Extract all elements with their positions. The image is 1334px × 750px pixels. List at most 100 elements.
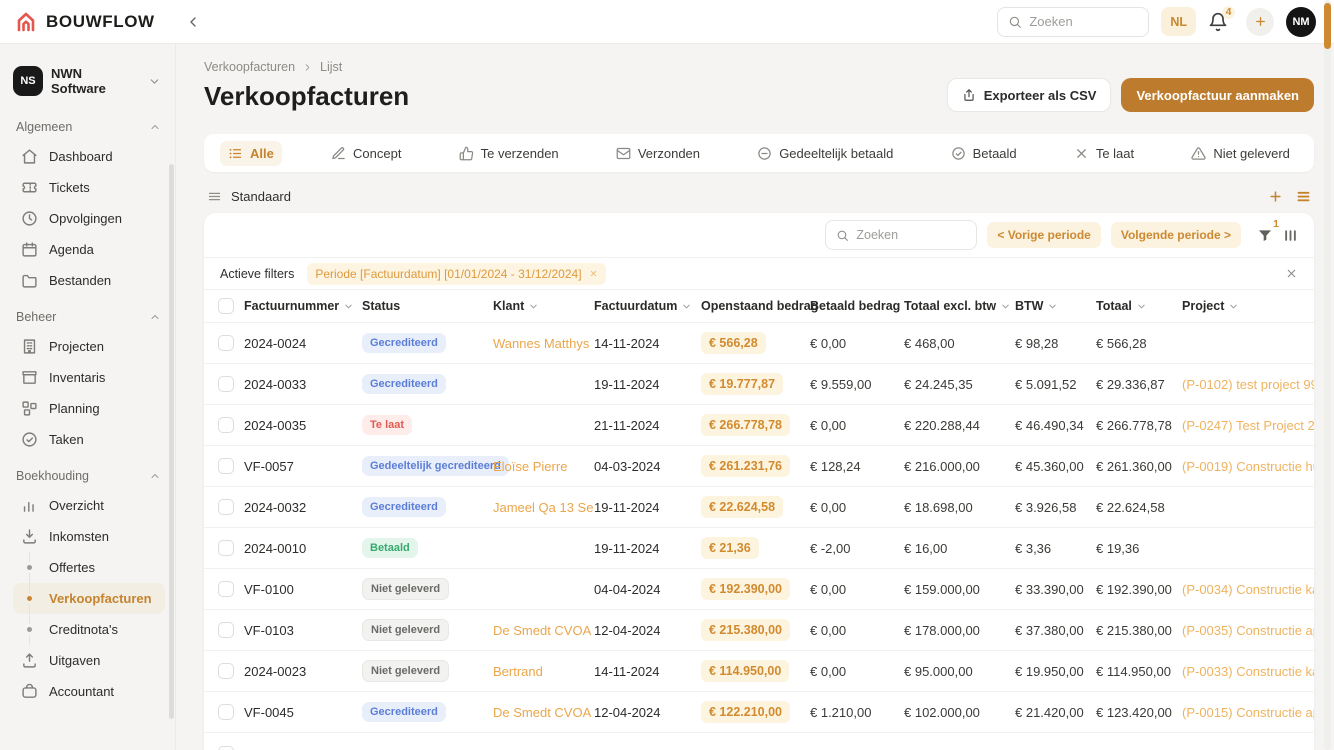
sidebar-item-dashboard[interactable]: Dashboard xyxy=(13,141,165,172)
project-link[interactable]: (P-0034) Constructie kanto xyxy=(1182,582,1314,597)
row-checkbox[interactable] xyxy=(218,376,234,392)
page-scrollbar-thumb[interactable] xyxy=(1324,3,1331,49)
project-link[interactable]: (P-0035) Constructie appa xyxy=(1182,623,1314,638)
clear-filters-button[interactable] xyxy=(1285,267,1298,280)
project-link[interactable]: (P-0247) Test Project 21 No xyxy=(1182,418,1314,433)
remove-filter-icon[interactable] xyxy=(589,269,598,278)
row-checkbox[interactable] xyxy=(218,417,234,433)
sidebar-collapse-button[interactable] xyxy=(185,14,201,30)
project-link[interactable]: (P-0019) Constructie huis xyxy=(1182,459,1314,474)
project-link[interactable]: (P-0102) test project 99 xyxy=(1182,377,1314,392)
table-row[interactable]: VF-0100Niet geleverd04-04-2024€ 192.390,… xyxy=(204,569,1314,610)
project-link[interactable]: (P-0033) Constructie kanto xyxy=(1182,664,1314,679)
view-name[interactable]: Standaard xyxy=(231,189,291,204)
row-checkbox[interactable] xyxy=(218,622,234,638)
row-checkbox[interactable] xyxy=(218,704,234,720)
sidebar-item-offertes[interactable]: Offertes xyxy=(13,552,165,583)
client-link[interactable]: Bertrand xyxy=(493,664,594,679)
locale-badge[interactable]: NL xyxy=(1161,7,1196,36)
table-row[interactable]: 2024-0024GecrediteerdWannes Matthys14-11… xyxy=(204,323,1314,364)
table-row[interactable]: 2024-0032GecrediteerdJameel Qa 13 Sep19-… xyxy=(204,487,1314,528)
page-scrollbar[interactable] xyxy=(1324,0,1331,750)
next-period-button[interactable]: Volgende periode > xyxy=(1111,222,1241,248)
column-header-factuurdatum[interactable]: Factuurdatum xyxy=(594,299,701,313)
row-checkbox[interactable] xyxy=(218,581,234,597)
tab-verzonden[interactable]: Verzonden xyxy=(608,141,708,166)
column-header-btw[interactable]: BTW xyxy=(1015,299,1096,313)
column-header-totaal-excl-btw[interactable]: Totaal excl. btw xyxy=(904,299,1015,313)
row-checkbox[interactable] xyxy=(218,335,234,351)
global-search[interactable] xyxy=(997,7,1149,37)
sidebar-item-overzicht[interactable]: Overzicht xyxy=(13,490,165,521)
hamburger-icon[interactable] xyxy=(207,189,222,204)
sidebar-item-projecten[interactable]: Projecten xyxy=(13,331,165,362)
row-checkbox[interactable] xyxy=(218,663,234,679)
table-row[interactable]: 2024-0033Gecrediteerd19-11-2024€ 19.777,… xyxy=(204,364,1314,405)
table-row[interactable]: 2024-0023Niet geleverdBertrand14-11-2024… xyxy=(204,651,1314,692)
row-checkbox[interactable] xyxy=(218,458,234,474)
table-row[interactable]: VF-0103Niet geleverdDe Smedt CVOA12-04-2… xyxy=(204,610,1314,651)
create-invoice-button[interactable]: Verkoopfactuur aanmaken xyxy=(1121,78,1314,112)
add-view-button[interactable] xyxy=(1268,189,1283,204)
table-row[interactable]: 2024-0035Te laat21-11-2024€ 266.778,78€ … xyxy=(204,405,1314,446)
user-avatar[interactable]: NM xyxy=(1286,7,1316,37)
row-checkbox[interactable] xyxy=(218,499,234,515)
tab-gedeeltelijk-betaald[interactable]: Gedeeltelijk betaald xyxy=(749,141,901,166)
client-link[interactable]: Jameel Qa 13 Sep xyxy=(493,500,594,515)
tab-alle[interactable]: Alle xyxy=(220,141,282,166)
sidebar-item-uitgaven[interactable]: Uitgaven xyxy=(13,645,165,676)
sidebar-item-opvolgingen[interactable]: Opvolgingen xyxy=(13,203,165,234)
table-row[interactable]: VF-0057Gedeeltelijk gecrediteerdEloïse P… xyxy=(204,446,1314,487)
columns-button[interactable] xyxy=(1283,228,1298,243)
notifications-button[interactable]: 4 xyxy=(1208,12,1228,32)
select-all-checkbox[interactable] xyxy=(218,298,234,314)
column-header-totaal[interactable]: Totaal xyxy=(1096,299,1182,313)
export-csv-button[interactable]: Exporteer als CSV xyxy=(947,78,1112,112)
tab-te-verzenden[interactable]: Te verzenden xyxy=(451,141,567,166)
org-selector[interactable]: NS NWN Software xyxy=(13,66,165,96)
row-checkbox[interactable] xyxy=(218,540,234,556)
global-search-input[interactable] xyxy=(1029,14,1138,29)
sidebar-item-accountant[interactable]: Accountant xyxy=(13,676,165,707)
sidebar-section-beheer[interactable]: Beheer xyxy=(16,310,161,324)
client-link[interactable]: De Smedt CVOA xyxy=(493,623,594,638)
sidebar-section-algemeen[interactable]: Algemeen xyxy=(16,120,161,134)
client-link[interactable]: Eloïse Pierre xyxy=(493,459,594,474)
outstanding-cell: € 21,36 xyxy=(701,537,810,559)
sidebar-item-inventaris[interactable]: Inventaris xyxy=(13,362,165,393)
sidebar-item-planning[interactable]: Planning xyxy=(13,393,165,424)
tab-concept[interactable]: Concept xyxy=(323,141,409,166)
sidebar-item-verkoopfacturen[interactable]: Verkoopfacturen xyxy=(13,583,165,614)
sidebar-section-boekhouding[interactable]: Boekhouding xyxy=(16,469,161,483)
outstanding-amount: € 19.777,87 xyxy=(701,373,783,395)
vat-amount: € 19.950,00 xyxy=(1015,664,1096,679)
sidebar-item-taken[interactable]: Taken xyxy=(13,424,165,455)
table-search-input[interactable] xyxy=(856,228,966,242)
column-header-factuurnummer[interactable]: Factuurnummer xyxy=(244,299,362,313)
excl-vat-amount: € 220.288,44 xyxy=(904,418,1015,433)
sidebar-scrollbar-thumb[interactable] xyxy=(169,164,174,719)
prev-period-button[interactable]: < Vorige periode xyxy=(987,222,1100,248)
tab-te-laat[interactable]: Te laat xyxy=(1066,141,1142,166)
column-header-klant[interactable]: Klant xyxy=(493,299,594,313)
sidebar-item-tickets[interactable]: Tickets xyxy=(13,172,165,203)
tab-niet-geleverd[interactable]: Niet geleverd xyxy=(1183,141,1298,166)
project-link[interactable]: (P-0015) Constructie appa xyxy=(1182,705,1314,720)
table-row[interactable]: VF-0045GecrediteerdDe Smedt CVOA12-04-20… xyxy=(204,692,1314,733)
view-list-button[interactable] xyxy=(1296,189,1311,204)
client-link[interactable]: Wannes Matthys xyxy=(493,336,594,351)
sidebar-item-inkomsten[interactable]: Inkomsten xyxy=(13,521,165,552)
client-link[interactable]: De Smedt CVOA xyxy=(493,705,594,720)
tab-betaald[interactable]: Betaald xyxy=(943,141,1025,166)
table-search[interactable] xyxy=(825,220,977,250)
column-header-project[interactable]: Project xyxy=(1182,299,1314,313)
breadcrumb-item[interactable]: Verkoopfacturen xyxy=(204,60,295,74)
period-filter-chip[interactable]: Periode [Factuurdatum] [01/01/2024 - 31/… xyxy=(307,263,605,285)
sidebar-item-bestanden[interactable]: Bestanden xyxy=(13,265,165,296)
table-row[interactable]: 2024-0010Betaald19-11-2024€ 21,36€ -2,00… xyxy=(204,528,1314,569)
sidebar-item-agenda[interactable]: Agenda xyxy=(13,234,165,265)
row-checkbox[interactable] xyxy=(218,746,234,750)
filter-button[interactable]: 1 xyxy=(1257,227,1273,243)
quick-add-button[interactable] xyxy=(1246,8,1274,36)
sidebar-item-creditnota-s[interactable]: Creditnota's xyxy=(13,614,165,645)
